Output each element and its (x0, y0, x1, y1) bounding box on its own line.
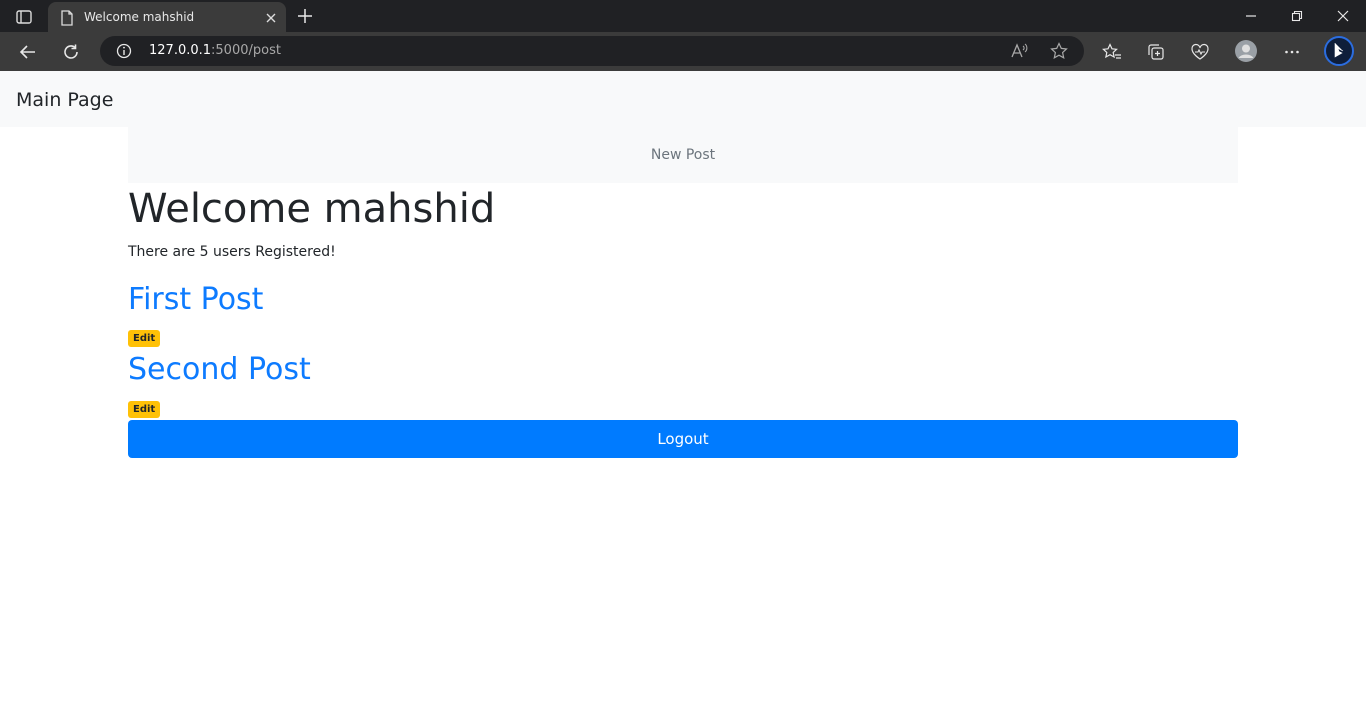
tab-title: Welcome mahshid (84, 10, 195, 24)
back-arrow-icon[interactable] (15, 39, 41, 65)
browser-essentials-icon[interactable] (1187, 39, 1213, 65)
browser-tab-strip: Welcome mahshid (0, 0, 1366, 32)
profile-avatar-icon[interactable] (1232, 37, 1260, 65)
new-tab-icon[interactable] (294, 5, 316, 27)
browser-tab[interactable]: Welcome mahshid (48, 2, 286, 32)
page-title: Welcome mahshid (128, 186, 496, 232)
more-options-icon[interactable] (1279, 39, 1305, 65)
site-info-icon[interactable] (116, 43, 132, 59)
close-tab-icon[interactable] (264, 10, 278, 24)
new-post-link[interactable]: New Post (651, 147, 715, 163)
edit-post-badge[interactable]: Edit (128, 401, 161, 418)
post-title-link[interactable]: Second Post (128, 350, 311, 390)
url-text[interactable]: 127.0.0.1:5000/post (149, 36, 281, 66)
url-path: :5000/post (211, 43, 281, 58)
address-bar[interactable]: 127.0.0.1:5000/post (100, 36, 1084, 66)
favorites-icon[interactable] (1099, 39, 1125, 65)
read-aloud-icon[interactable] (1010, 42, 1028, 60)
tab-actions-icon[interactable] (10, 6, 38, 28)
browser-toolbar: 127.0.0.1:5000/post (0, 32, 1366, 71)
sub-navbar: New Post (128, 127, 1238, 183)
url-host: 127.0.0.1 (149, 43, 212, 58)
registered-users-text: There are 5 users Registered! (128, 244, 336, 260)
post-title-link[interactable]: First Post (128, 280, 263, 320)
main-page-link[interactable]: Main Page (16, 71, 113, 129)
close-window-icon[interactable] (1320, 0, 1366, 32)
page-icon (60, 10, 74, 26)
collections-icon[interactable] (1143, 39, 1169, 65)
main-navbar: Main Page (0, 71, 1366, 127)
minimize-icon[interactable] (1228, 0, 1274, 32)
edit-post-badge[interactable]: Edit (128, 330, 161, 347)
logout-button[interactable]: Logout (128, 420, 1238, 458)
favorite-star-icon[interactable] (1050, 42, 1068, 60)
bing-copilot-icon[interactable] (1323, 35, 1355, 67)
restore-icon[interactable] (1274, 0, 1320, 32)
refresh-icon[interactable] (58, 39, 84, 65)
